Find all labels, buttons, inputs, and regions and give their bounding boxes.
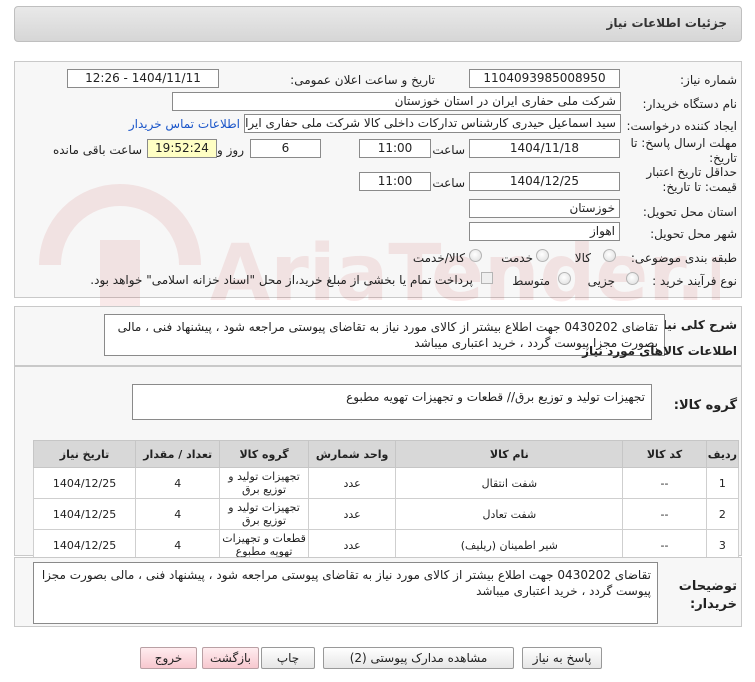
cell-group: تجهیزات تولید و توزیع برق [219, 498, 309, 530]
province-label: استان محل تحویل: [642, 205, 737, 219]
buyer-org-label: نام دستگاه خریدار: [642, 97, 738, 111]
deadline-date-field: 1404/11/18 [469, 139, 620, 158]
cell-qty: 4 [135, 467, 221, 499]
buyer-notes-label-text: توضیحات خریدار: [678, 579, 737, 612]
process-option-medium: متوسط [512, 274, 550, 288]
category-label: طبقه بندی موضوعی: [630, 251, 737, 265]
goods-group-label: گروه کالا: [673, 398, 737, 413]
back-button[interactable]: بازگشت [202, 647, 259, 669]
buyer-contact-link[interactable]: اطلاعات تماس خریدار [129, 117, 240, 131]
need-number-label: شماره نیاز: [680, 73, 737, 87]
cell-name: شفت تعادل [395, 498, 624, 530]
validity-date-field: 1404/12/25 [469, 172, 620, 191]
col-header-code: کد کالا [622, 440, 707, 468]
cell-code: -- [622, 467, 707, 499]
province-field: خوزستان [469, 199, 620, 218]
table-header-row: ردیف کد کالا نام کالا واحد شمارش گروه کا… [32, 440, 740, 468]
cell-code: -- [622, 529, 707, 561]
col-header-date: تاریخ نیاز [32, 440, 137, 468]
page-header: جزئیات اطلاعات نیاز [14, 6, 742, 42]
col-header-qty: تعداد / مقدار [135, 440, 221, 468]
process-label: نوع فرآیند خرید : [652, 274, 737, 288]
validity-hour-label: ساعت [432, 176, 465, 190]
category-radio-service[interactable] [536, 249, 549, 262]
announce-field: 1404/11/11 - 12:26 [67, 69, 219, 88]
cell-unit: عدد [307, 529, 397, 561]
category-radio-goods-service[interactable] [469, 249, 482, 262]
print-button[interactable]: چاپ [261, 647, 315, 669]
buyer-org-field: شرکت ملی حفاری ایران در استان خوزستان [172, 92, 621, 111]
remaining-days-field: 6 [250, 139, 321, 158]
cell-name: شفت انتقال [395, 467, 624, 499]
process-option-minor: جزیی [587, 274, 615, 288]
city-field: اهواز [469, 222, 620, 241]
summary-textarea[interactable]: تقاضای 0430202 جهت اطلاع بیشتر از کالای … [104, 314, 665, 356]
category-option-goods: کالا [574, 251, 591, 265]
cell-group: تجهیزات تولید و توزیع برق [219, 467, 309, 499]
items-table: ردیف کد کالا نام کالا واحد شمارش گروه کا… [32, 440, 740, 561]
items-table-wrapper: ردیف کد کالا نام کالا واحد شمارش گروه کا… [32, 440, 740, 561]
deadline-hour-label: ساعت [432, 143, 465, 157]
city-label: شهر محل تحویل: [650, 227, 737, 241]
col-header-row: ردیف [705, 440, 740, 468]
deadline-time-field: 11:00 [359, 139, 431, 158]
cell-code: -- [622, 498, 707, 530]
remaining-time-field: 19:52:24 [147, 139, 217, 158]
days-word-label: روز و [217, 143, 244, 157]
page-title: جزئیات اطلاعات نیاز [606, 16, 727, 30]
cell-row: 1 [705, 467, 740, 499]
validity-label-text: حداقل تاریخ اعتبار قیمت: تا تاریخ: [646, 165, 737, 194]
buyer-notes-textarea[interactable]: تقاضای 0430202 جهت اطلاع بیشتر از کالای … [33, 562, 658, 624]
requester-label: ایجاد کننده درخواست: [626, 119, 737, 133]
cell-date: 1404/12/25 [32, 467, 137, 499]
process-radio-medium[interactable] [558, 272, 571, 285]
col-header-name: نام کالا [395, 440, 624, 468]
requester-field: سید اسماعیل حیدری کارشناس تدارکات داخلی … [244, 114, 621, 133]
goods-group-field: تجهیزات تولید و توزیع برق// قطعات و تجهی… [132, 384, 652, 420]
cell-unit: عدد [307, 467, 397, 499]
cell-qty: 4 [135, 498, 221, 530]
category-option-service: خدمت [501, 251, 533, 265]
buyer-notes-label: توضیحات خریدار: [675, 578, 737, 614]
exit-button[interactable]: خروج [140, 647, 197, 669]
validity-time-field: 11:00 [359, 172, 431, 191]
category-option-goods-service: کالا/خدمت [412, 251, 465, 265]
col-header-unit: واحد شمارش [307, 440, 397, 468]
cell-date: 1404/12/25 [32, 529, 137, 561]
reply-button[interactable]: پاسخ به نیاز [522, 647, 602, 669]
view-attachments-button[interactable]: مشاهده مدارک پیوستی (2) [323, 647, 514, 669]
cell-row: 2 [705, 498, 740, 530]
process-radio-minor[interactable] [626, 272, 639, 285]
table-row[interactable]: 3 -- شیر اطمینان (ریلیف) عدد قطعات و تجه… [32, 529, 740, 561]
cell-unit: عدد [307, 498, 397, 530]
category-radio-goods[interactable] [603, 249, 616, 262]
validity-label: حداقل تاریخ اعتبار قیمت: تا تاریخ: [627, 165, 737, 195]
cell-qty: 4 [135, 529, 221, 561]
table-row[interactable]: 1 -- شفت انتقال عدد تجهیزات تولید و توزی… [32, 467, 740, 499]
treasury-payment-checkbox[interactable] [481, 272, 493, 284]
remaining-label: ساعت باقی مانده [52, 143, 142, 157]
cell-group: قطعات و تجهیزات تهویه مطبوع [219, 529, 309, 561]
deadline-label: مهلت ارسال پاسخ: تا تاریخ: [627, 136, 737, 166]
table-row[interactable]: 2 -- شفت تعادل عدد تجهیزات تولید و توزیع… [32, 498, 740, 530]
treasury-payment-note: پرداخت تمام یا بخشی از مبلغ خرید،از محل … [90, 273, 473, 287]
deadline-label-text: مهلت ارسال پاسخ: تا تاریخ: [630, 136, 737, 165]
col-header-group: گروه کالا [219, 440, 309, 468]
cell-name: شیر اطمینان (ریلیف) [395, 529, 624, 561]
cell-date: 1404/12/25 [32, 498, 137, 530]
goods-section-title: اطلاعات کالاهای مورد نیاز [582, 344, 737, 358]
cell-row: 3 [705, 529, 740, 561]
need-number-field: 1104093985008950 [469, 69, 620, 88]
announce-label: تاریخ و ساعت اعلان عمومی: [290, 73, 435, 87]
